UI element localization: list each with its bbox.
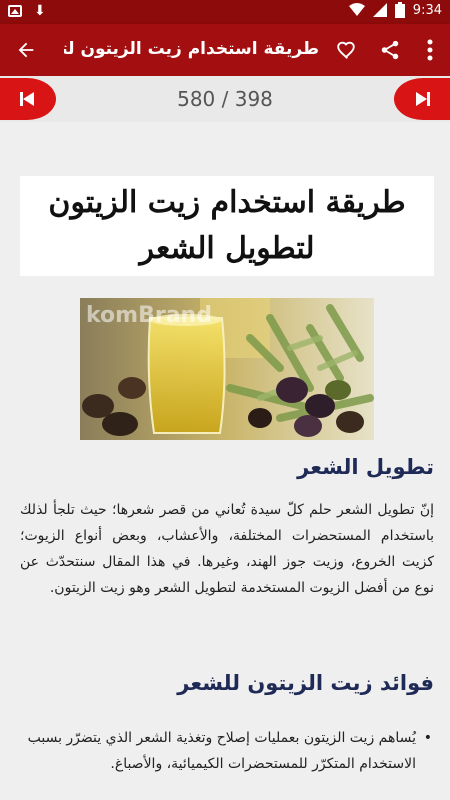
next-page-button[interactable]	[394, 78, 450, 120]
article-title: طريقة استخدام زيت الزيتون لتطويل الشعر	[20, 176, 434, 276]
app-bar-title: طريقة استخدام زيت الزيتون لتطوي..	[64, 39, 319, 59]
list-item: يُساهم زيت الزيتون بعمليات إصلاح وتغذية …	[20, 725, 434, 777]
app-bar: طريقة استخدام زيت الزيتون لتطوي..	[0, 24, 450, 76]
battery-icon	[394, 2, 405, 18]
pager: 580 / 398	[0, 76, 450, 122]
more-vert-icon[interactable]	[416, 36, 444, 64]
status-bar: ⬇ 9:34	[0, 0, 450, 24]
article-body: تطويل الشعر إنّ تطويل الشعر حلم كلّ سيدة…	[20, 455, 434, 777]
page-counter: 580 / 398	[177, 87, 273, 111]
download-icon: ⬇	[34, 3, 46, 19]
back-arrow-icon[interactable]	[12, 36, 40, 64]
section-paragraph: إنّ تطويل الشعر حلم كلّ سيدة تُعاني من ق…	[20, 502, 434, 596]
image-watermark: komBrand	[86, 303, 212, 328]
image-notification-icon	[8, 5, 22, 17]
skip-next-icon	[416, 92, 430, 106]
section-heading-olive-oil-benefits: فوائد زيت الزيتون للشعر	[177, 671, 434, 695]
clock: 9:34	[412, 2, 442, 18]
section-heading-hair-lengthening: تطويل الشعر	[297, 455, 434, 479]
signal-icon	[372, 3, 387, 17]
share-icon[interactable]	[376, 36, 404, 64]
article-image: komBrand	[80, 298, 374, 440]
heart-icon[interactable]	[332, 36, 360, 64]
wifi-icon	[348, 3, 365, 16]
